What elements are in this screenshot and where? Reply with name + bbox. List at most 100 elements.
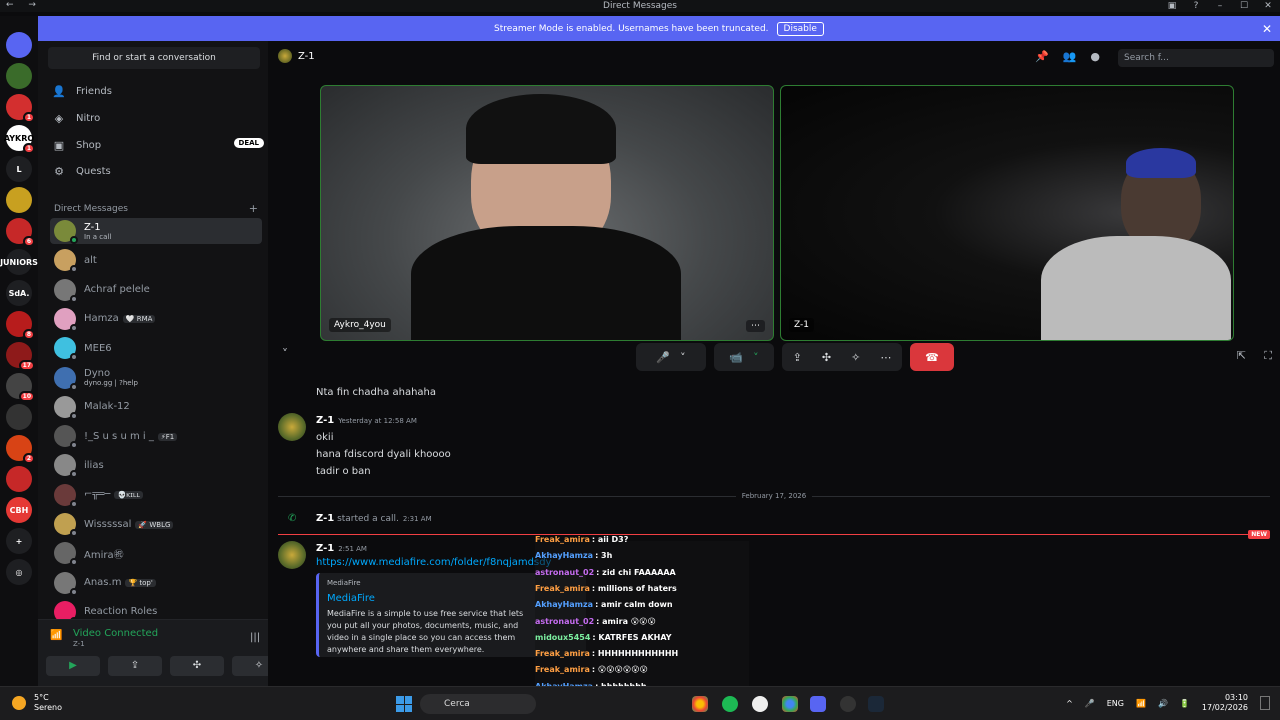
screen-share-icon[interactable]: ⇪ xyxy=(793,351,802,364)
add-friend-icon[interactable]: 👥 xyxy=(1063,50,1077,63)
hang-up-button[interactable]: ☎ xyxy=(910,343,954,371)
server-icon[interactable]: CBH xyxy=(6,497,32,523)
discord-icon[interactable] xyxy=(6,32,32,58)
screen-share-button[interactable]: ⇪ xyxy=(108,656,162,676)
microphone-icon[interactable]: 🎤 xyxy=(656,351,670,364)
volume-icon[interactable]: 🔊 xyxy=(1158,699,1168,708)
noise-suppression-icon[interactable]: ||| xyxy=(250,632,260,643)
start-icon[interactable] xyxy=(396,696,412,712)
server-icon[interactable] xyxy=(6,404,32,430)
nav-nitro[interactable]: ◈ Nitro xyxy=(52,107,252,129)
banner-close-icon[interactable]: ✕ xyxy=(1262,22,1272,36)
browser-icon[interactable] xyxy=(782,696,798,712)
close-button[interactable]: ✕ xyxy=(1256,0,1280,12)
message-author[interactable]: Z-1 xyxy=(316,543,334,554)
dm-item[interactable]: !_S u s u m i _ ⚡F1 xyxy=(50,423,262,450)
notification-icon[interactable] xyxy=(1260,696,1270,710)
more-icon[interactable]: ⋯ xyxy=(880,351,891,364)
dm-item[interactable]: Hamza 🤍 RMA xyxy=(50,306,262,332)
disable-button[interactable]: Disable xyxy=(776,21,824,36)
activities-button[interactable]: ✣ xyxy=(170,656,224,676)
server-icon[interactable]: AYKRO 1 xyxy=(4,125,35,154)
dm-item[interactable]: Achraf pelele xyxy=(50,277,262,303)
camera-control[interactable]: 📹 ˅ xyxy=(714,343,774,371)
taskbar-search[interactable]: Cerca xyxy=(420,694,536,714)
video-button[interactable]: ▶ xyxy=(46,656,100,676)
chrome-icon[interactable] xyxy=(692,696,708,712)
server-icon[interactable]: JUNIORS xyxy=(0,249,38,275)
avatar[interactable] xyxy=(278,541,306,569)
nav-quests[interactable]: ⚙ Quests xyxy=(52,160,252,182)
minimize-button[interactable]: – xyxy=(1208,0,1232,12)
maximize-button[interactable]: ☐ xyxy=(1232,0,1256,12)
server-icon[interactable]: 10 xyxy=(6,373,35,402)
server-icon[interactable] xyxy=(6,63,32,89)
dm-item[interactable]: Anas.m 🏆 top' xyxy=(50,570,262,596)
media-player-icon[interactable] xyxy=(752,696,768,712)
server-icon[interactable]: ◎ xyxy=(6,559,32,585)
tile-more-icon[interactable]: ⋯ xyxy=(746,320,765,332)
popout-icon[interactable]: ⇱ xyxy=(1237,349,1246,362)
server-icon[interactable] xyxy=(6,466,32,492)
message-author[interactable]: Z-1 xyxy=(316,415,334,426)
dm-item[interactable]: MEE6 xyxy=(50,335,262,362)
camera-icon[interactable]: 📹 xyxy=(729,351,743,364)
server-label: L xyxy=(16,164,22,174)
pin-icon[interactable]: 📌 xyxy=(1035,50,1049,63)
video-tile-self[interactable]: Aykro_4you ⋯ xyxy=(320,85,774,341)
dm-item[interactable]: ⌐╦═─ 💀ᴋɪʟʟ xyxy=(50,482,262,508)
microphone-icon[interactable]: 🎤 xyxy=(1085,699,1095,708)
chevron-down-icon[interactable]: ˅ xyxy=(680,351,686,364)
server-icon[interactable]: 1 xyxy=(6,94,35,123)
find-conversation-button[interactable]: Find or start a conversation xyxy=(48,47,260,69)
avatar[interactable] xyxy=(278,413,306,441)
weather-icon[interactable] xyxy=(12,696,26,710)
search-input[interactable]: Search f... xyxy=(1118,49,1274,67)
dm-item[interactable]: Malak-12 xyxy=(50,394,262,420)
dm-item[interactable]: Dyno dyno.gg | ?help xyxy=(50,365,262,391)
chevron-down-icon[interactable]: ˅ xyxy=(753,351,759,364)
profile-icon[interactable]: ● xyxy=(1090,50,1100,63)
user-tag: ⚡F1 xyxy=(157,432,178,441)
discord-taskbar-icon[interactable] xyxy=(810,696,826,712)
dm-item[interactable]: alt xyxy=(50,247,262,274)
video-tile-remote[interactable]: Z-1 xyxy=(780,85,1234,341)
language-indicator[interactable]: ENG xyxy=(1107,699,1124,708)
wifi-icon[interactable]: 📶 xyxy=(1136,699,1146,708)
spotify-icon[interactable] xyxy=(722,696,738,712)
server-icon[interactable]: 6 xyxy=(6,218,35,247)
clock[interactable]: 03:10 17/02/2026 xyxy=(1202,693,1248,713)
dm-subtext: In a call xyxy=(84,232,112,241)
inbox-icon[interactable]: ▣ xyxy=(1160,0,1184,12)
collapse-icon[interactable]: ˅ xyxy=(282,347,288,361)
server-icon[interactable]: SdA. xyxy=(6,280,32,306)
nav-friends[interactable]: 👤 Friends xyxy=(52,80,252,102)
dm-item[interactable]: Amira㊗ xyxy=(50,540,262,567)
mic-control[interactable]: 🎤 ˅ xyxy=(636,343,706,371)
message-author[interactable]: Z-1 xyxy=(316,513,334,524)
dm-item[interactable]: Wisssssal 🚀 WBLG xyxy=(50,511,262,537)
server-icon[interactable]: 17 xyxy=(6,342,35,371)
app-icon[interactable] xyxy=(840,696,856,712)
activities-icon[interactable]: ✣ xyxy=(822,351,831,364)
battery-icon[interactable]: 🔋 xyxy=(1180,699,1190,708)
server-icon[interactable]: 2 xyxy=(6,435,35,464)
server-icon[interactable] xyxy=(6,187,32,213)
dm-item[interactable]: ilias xyxy=(50,452,262,479)
steam-icon[interactable] xyxy=(868,696,884,712)
server-icon[interactable]: + xyxy=(6,528,32,554)
dm-name: Wisssssal xyxy=(84,518,132,530)
soundboard-icon[interactable]: ✧ xyxy=(851,351,860,364)
help-icon[interactable]: ? xyxy=(1184,0,1208,12)
weather-widget[interactable]: 5°C Sereno xyxy=(34,693,62,713)
nav-shop[interactable]: ▣ Shop DEAL xyxy=(52,134,264,156)
server-icon[interactable]: 8 xyxy=(6,311,35,340)
message-text: Nta fin chadha ahahaha xyxy=(316,387,437,398)
fullscreen-icon[interactable]: ⛶ xyxy=(1264,349,1272,363)
voice-status[interactable]: Video Connected xyxy=(73,628,158,639)
create-dm-icon[interactable]: + xyxy=(249,202,258,215)
server-icon[interactable]: L xyxy=(6,156,32,182)
tray-chevron-icon[interactable]: ^ xyxy=(1066,699,1073,708)
message-link[interactable]: https://www.mediafire.com/folder/f8nqjam… xyxy=(316,557,551,568)
dm-item[interactable]: Z-1 In a call xyxy=(50,218,262,244)
